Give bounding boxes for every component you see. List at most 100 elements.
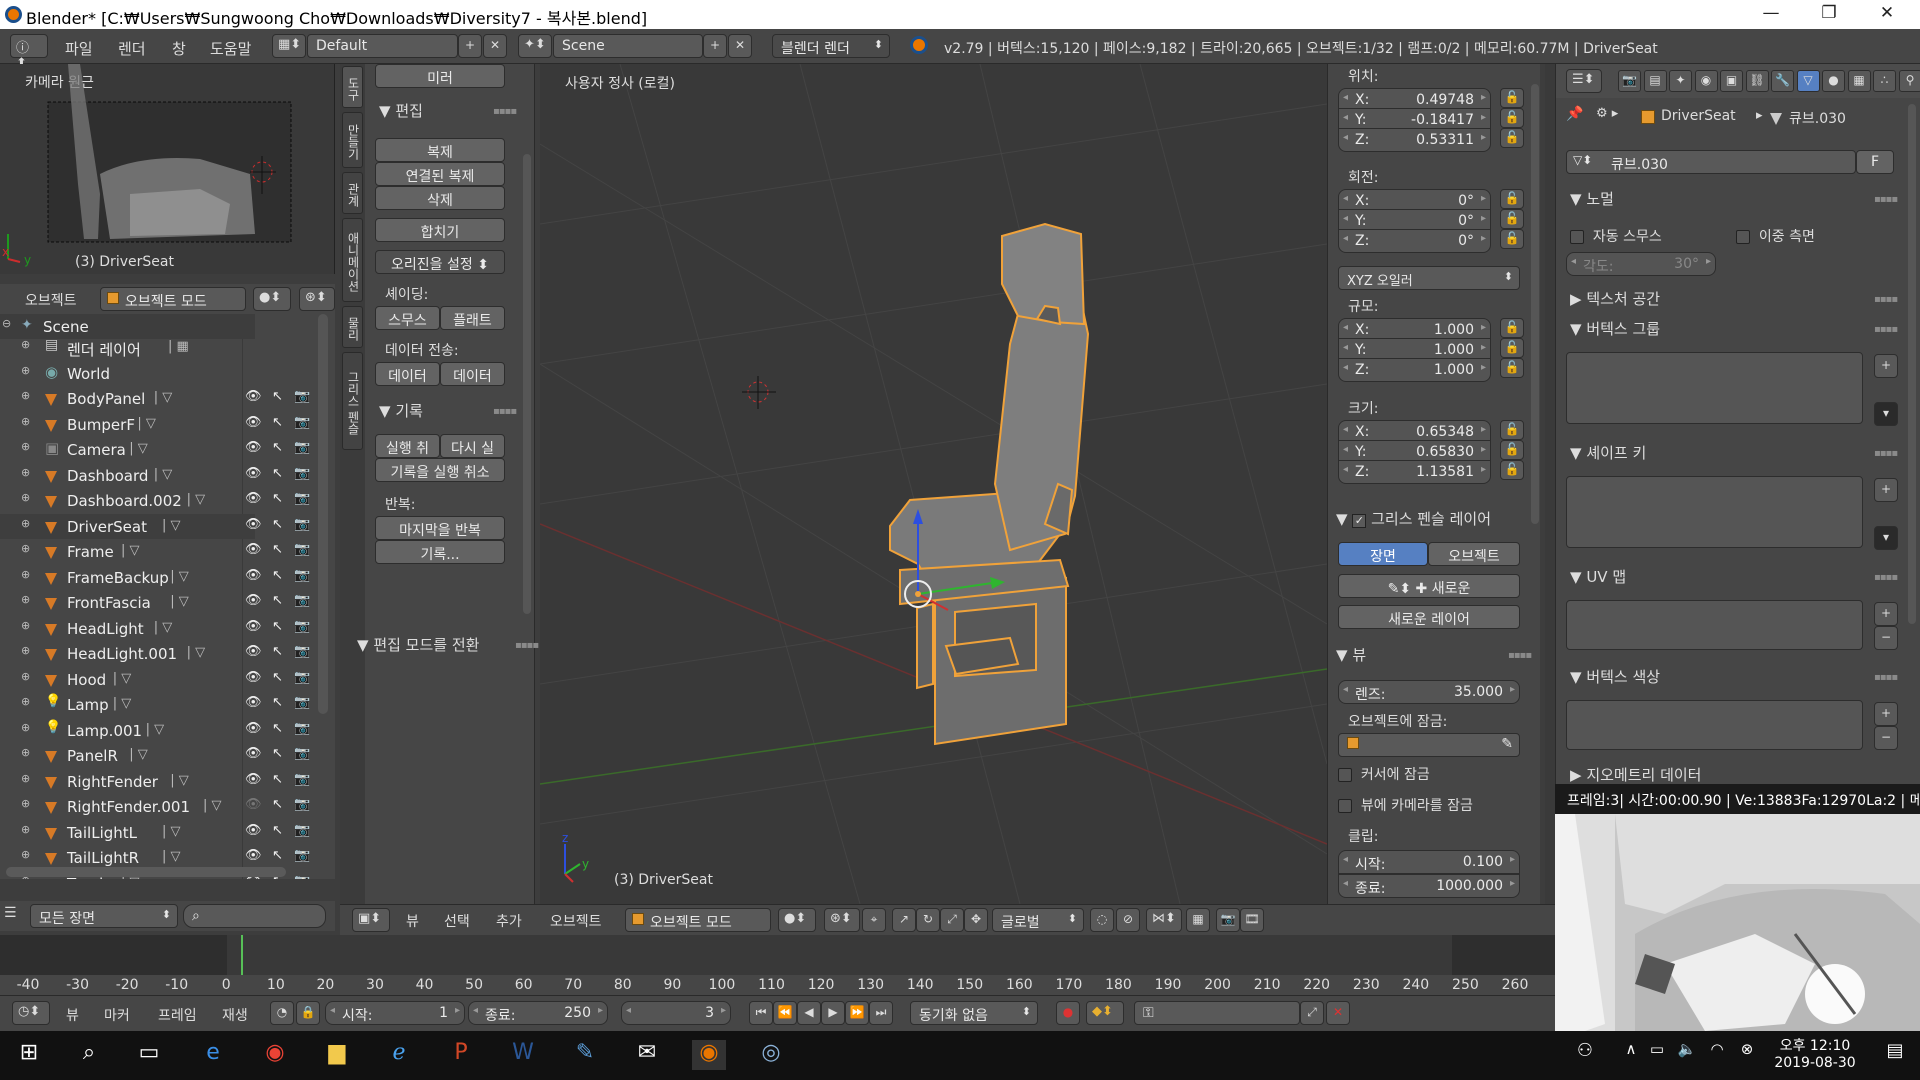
unlock-icon[interactable]: 🔓 xyxy=(1500,440,1524,460)
particles-tab-icon[interactable]: ∴ xyxy=(1873,70,1896,92)
shape-key-specials-button[interactable]: ▾ xyxy=(1874,526,1898,550)
object-data-icon[interactable]: | ▽ xyxy=(154,467,173,482)
timeline-marker-menu[interactable]: 마커 xyxy=(104,1005,130,1025)
chrome-icon[interactable]: ◉ xyxy=(258,1040,292,1070)
dim-z-field[interactable]: ◂ Z: 1.13581 ▸ xyxy=(1338,460,1491,484)
move-icon[interactable]: ✥ xyxy=(964,908,988,932)
jump-end-icon[interactable]: ⏭ xyxy=(869,1001,893,1025)
render-camera-icon[interactable]: 📷 xyxy=(294,568,310,583)
duplicate-linked-button[interactable]: 연결된 복제 xyxy=(375,162,505,186)
render-layers-tab-icon[interactable]: ▤ xyxy=(1643,70,1667,92)
selectable-cursor-icon[interactable]: ↖ xyxy=(272,772,283,787)
unlock-icon[interactable]: 🔓 xyxy=(1500,338,1524,358)
object-menu[interactable]: 오브젝트 xyxy=(550,911,602,931)
selectable-cursor-icon[interactable]: ↖ xyxy=(272,593,283,608)
interaction-mode-dropdown[interactable]: 오브젝트 모드 xyxy=(625,908,771,932)
auto-smooth-checkbox[interactable]: 자동 스무스 xyxy=(1570,226,1662,246)
expand-icon[interactable]: ⊕ xyxy=(21,440,30,453)
3d-view-editor-type[interactable]: ▣⬍ xyxy=(352,908,390,932)
selectable-cursor-icon[interactable]: ↖ xyxy=(272,389,283,404)
transform-orientation-dropdown[interactable]: 글로벌 ⬍ xyxy=(992,908,1084,932)
pin-icon[interactable]: 📌 xyxy=(1566,106,1583,122)
breadcrumb-object[interactable]: DriverSeat xyxy=(1661,108,1736,124)
outliner-row[interactable]: ⊕ ◉ World xyxy=(0,361,255,386)
viewport-shading-button[interactable]: ●⬍ xyxy=(778,908,816,932)
taskbar-clock[interactable]: 오후 12:10 2019-08-30 xyxy=(1770,1035,1860,1071)
new-layer-button[interactable]: 새로운 레이어 xyxy=(1338,605,1520,629)
gp-new-button[interactable]: ✎⬍ ✚ 새로운 xyxy=(1338,574,1520,598)
frame-start-field[interactable]: ◂ 시작: 1 ▸ xyxy=(325,1001,465,1025)
expand-icon[interactable]: ⊕ xyxy=(21,517,30,530)
viewport-shading-button[interactable]: ●⬍ xyxy=(253,287,291,311)
expand-icon[interactable]: ⊕ xyxy=(21,491,30,504)
expand-icon[interactable]: ⊕ xyxy=(21,593,30,606)
uv-maps-panel-header[interactable]: ▼ UV 맵 xyxy=(1570,566,1626,587)
lock-cursor-checkbox[interactable]: 커서에 잠금 xyxy=(1338,764,1430,784)
fake-user-button[interactable]: F xyxy=(1856,150,1894,174)
material-tab-icon[interactable]: ● xyxy=(1822,70,1845,92)
scene-tab-icon[interactable]: ✦ xyxy=(1669,70,1692,92)
timeline-view-menu[interactable]: 뷰 xyxy=(66,1005,79,1025)
shape-key-add-button[interactable]: + xyxy=(1874,478,1898,502)
repeat-history-button[interactable]: 기록... xyxy=(375,540,505,564)
lock-camera-checkbox[interactable]: 뷰에 카메라를 잠금 xyxy=(1338,795,1473,815)
screen-layout-field[interactable]: Default xyxy=(307,34,458,58)
render-camera-icon[interactable]: 📷 xyxy=(294,440,310,455)
current-frame-indicator[interactable] xyxy=(241,935,244,975)
proportional-edit-icon[interactable]: ⊘ xyxy=(1116,908,1140,932)
grip-icon[interactable]: ▪▪▪▪ xyxy=(493,406,517,417)
visibility-eye-icon[interactable]: 👁 xyxy=(245,415,262,430)
expand-icon[interactable]: ⊕ xyxy=(21,670,30,683)
render-camera-icon[interactable]: 📷 xyxy=(294,644,310,659)
grip-icon[interactable]: ▪▪▪▪ xyxy=(1874,294,1898,305)
visibility-eye-icon[interactable]: 👁 xyxy=(245,491,262,506)
expand-icon[interactable]: ⊕ xyxy=(21,568,30,581)
play-reverse-icon[interactable]: ◀ xyxy=(797,1001,821,1025)
scl-z-field[interactable]: ◂ Z: 1.000 ▸ xyxy=(1338,358,1491,382)
selectable-cursor-icon[interactable]: ↖ xyxy=(272,721,283,736)
word-icon[interactable]: W xyxy=(506,1040,540,1070)
vertex-group-specials-button[interactable]: ▾ xyxy=(1874,402,1898,426)
visibility-eye-icon[interactable]: 👁 xyxy=(245,389,262,404)
paint-taskbar-icon[interactable]: ◎ xyxy=(754,1040,788,1070)
object-data-icon[interactable]: | ▽ xyxy=(154,620,173,635)
expand-icon[interactable]: ⊕ xyxy=(21,389,30,402)
modifiers-tab-icon[interactable]: 🔧 xyxy=(1771,70,1794,92)
properties-scrollbar[interactable] xyxy=(1908,104,1916,624)
unlock-icon[interactable]: 🔓 xyxy=(1500,318,1524,338)
outliner-row[interactable]: ⊕ 💡 Lamp | ▽ 👁 ↖ 📷 xyxy=(0,692,310,717)
expand-icon[interactable]: ⊕ xyxy=(21,619,30,632)
toolshelf-tab[interactable]: 애니메이션 xyxy=(342,218,363,302)
clip-start-field[interactable]: ◂ 시작: 0.100 ▸ xyxy=(1338,850,1520,874)
lens-field[interactable]: ◂ 렌즈: 35.000 ▸ xyxy=(1338,680,1520,704)
set-origin-dropdown[interactable]: 오리진을 설정 ⬍ xyxy=(375,250,505,274)
add-layout-button[interactable]: + xyxy=(458,34,482,58)
expand-icon[interactable]: ⊕ xyxy=(21,797,30,810)
visibility-eye-icon[interactable]: 👁 xyxy=(245,440,262,455)
outliner-row[interactable]: ⊕ PanelR | ▽ 👁 ↖ 📷 xyxy=(0,743,310,768)
edge-icon[interactable]: e xyxy=(196,1040,230,1070)
outliner-row[interactable]: ⊕ HeadLight.001 | ▽ 👁 ↖ 📷 xyxy=(0,641,310,666)
jump-keyframe-back-icon[interactable]: ⏪ xyxy=(773,1001,797,1025)
object-data-icon[interactable]: | ▽ xyxy=(187,492,206,507)
vertex-groups-list[interactable] xyxy=(1566,352,1863,424)
lock-icon[interactable]: 🔒 xyxy=(296,1001,320,1025)
outliner-row[interactable]: ⊕ Dashboard | ▽ 👁 ↖ 📷 xyxy=(0,463,310,488)
keying-set-button[interactable]: ◆⬍ xyxy=(1086,1001,1124,1025)
visibility-eye-icon[interactable]: 👁 xyxy=(245,466,262,481)
render-camera-icon[interactable]: 📷 xyxy=(294,823,310,838)
render-camera-icon[interactable]: 📷 xyxy=(294,415,310,430)
battery-icon[interactable]: ▭ xyxy=(1640,1040,1674,1070)
file-explorer-icon[interactable]: ▆ xyxy=(320,1040,354,1070)
menu-window[interactable]: 창 xyxy=(172,38,186,59)
clip-end-field[interactable]: ◂ 종료: 1000.000 ▸ xyxy=(1338,874,1520,898)
action-center-icon[interactable]: ▤ xyxy=(1878,1040,1912,1070)
duplicate-button[interactable]: 복제 xyxy=(375,138,505,162)
visibility-eye-icon[interactable]: 👁 xyxy=(245,644,262,659)
record-icon[interactable]: ● xyxy=(1056,1001,1080,1025)
outliner-search-input[interactable]: ⌕ xyxy=(183,904,326,928)
edit-panel-header[interactable]: ▼ 편집 xyxy=(379,100,423,121)
unlock-icon[interactable]: 🔓 xyxy=(1500,358,1524,378)
render-camera-icon[interactable]: 📷 xyxy=(294,848,310,863)
outliner-row[interactable]: ⊕ ▣ Camera | ▽ 👁 ↖ 📷 xyxy=(0,437,310,462)
